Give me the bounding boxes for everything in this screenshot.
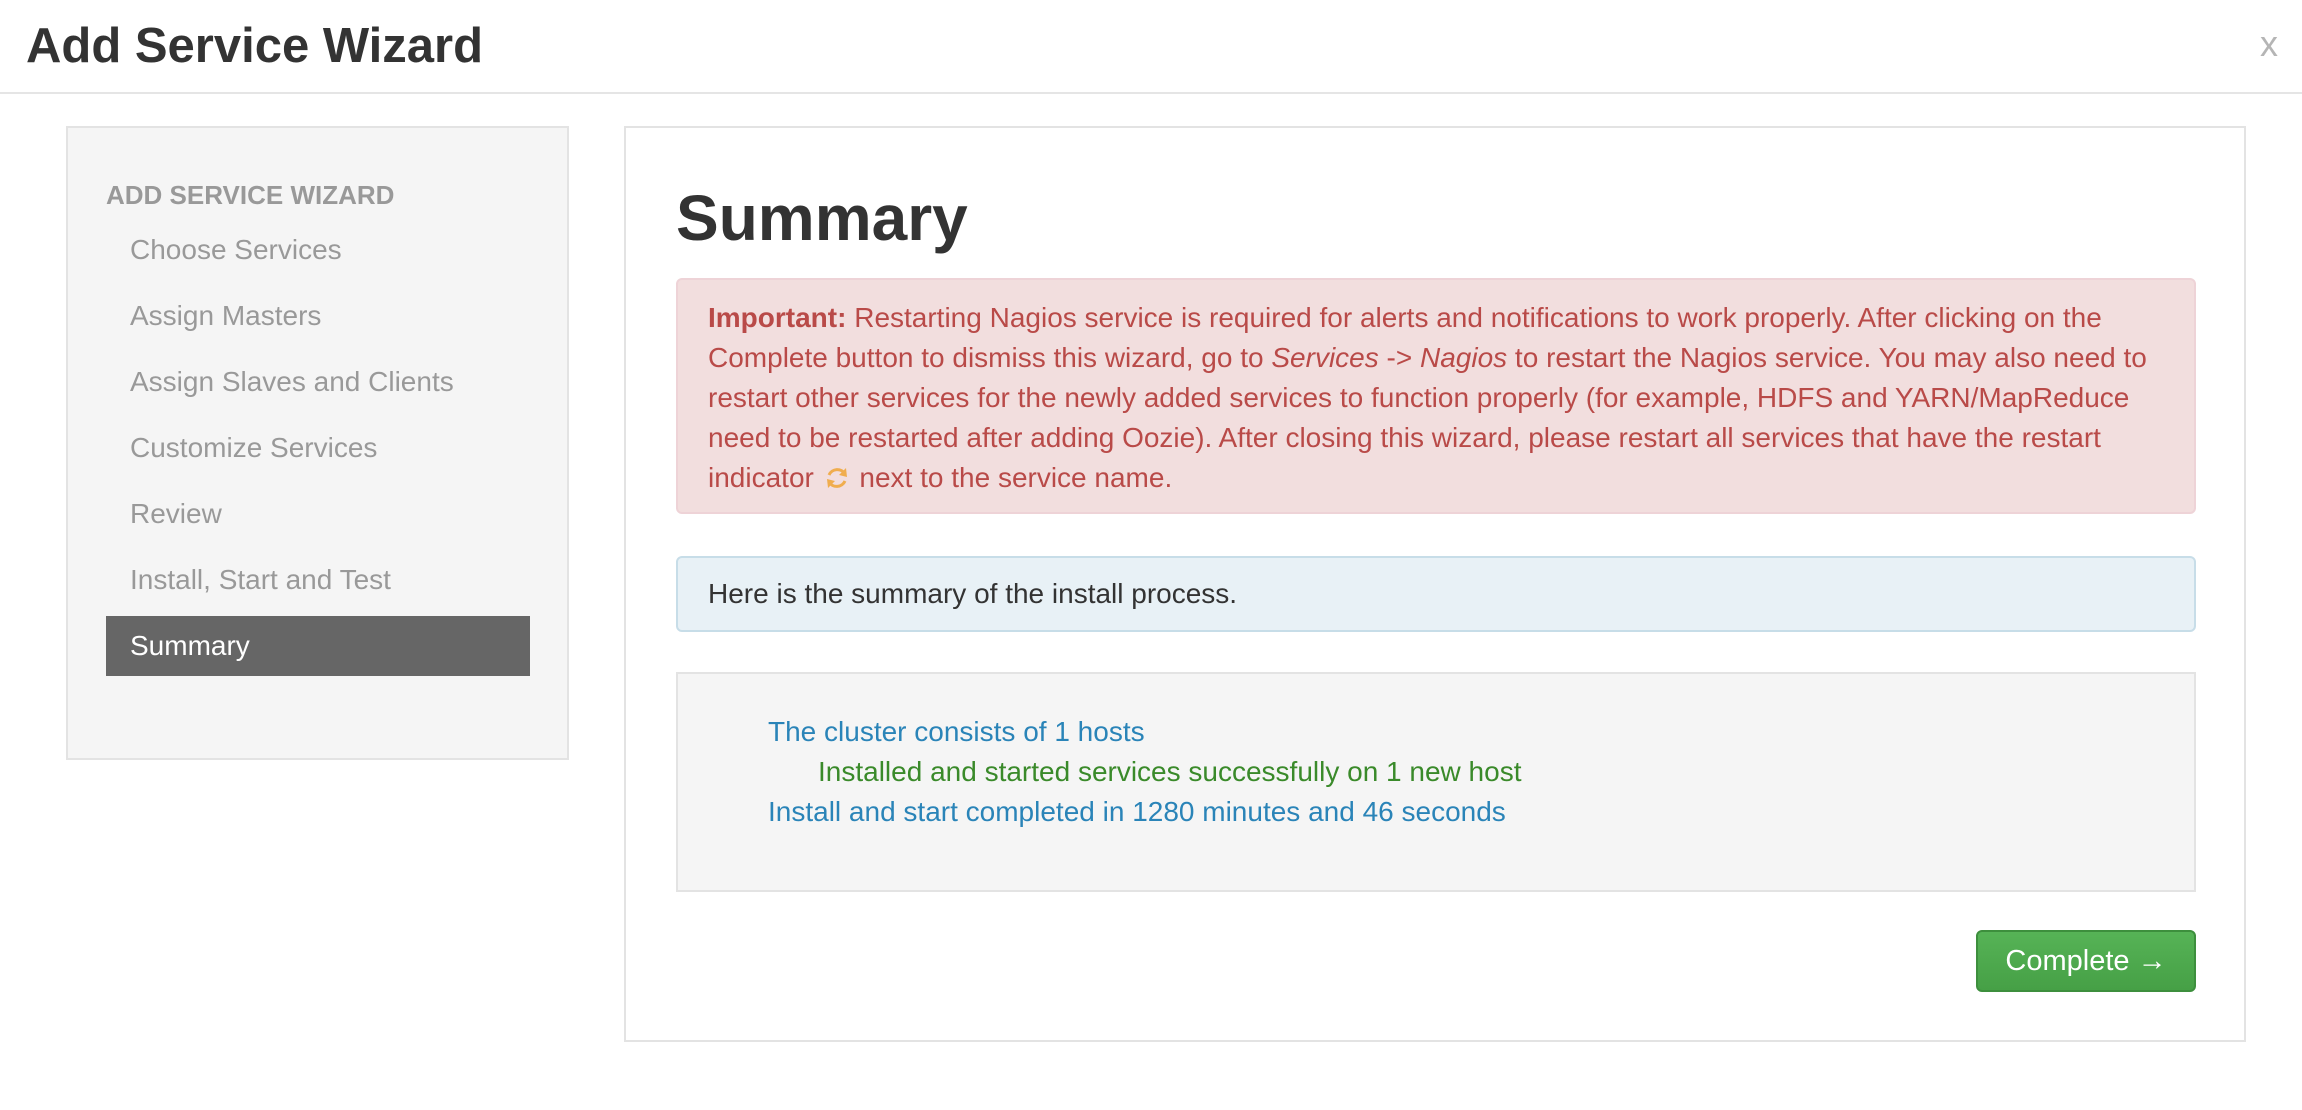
modal-header: Add Service Wizard x: [0, 0, 2302, 94]
alert-prefix: Important:: [708, 302, 847, 333]
page-title: Summary: [676, 182, 968, 254]
installed-status-text: Installed and started services successfu…: [818, 756, 1522, 787]
alert-arrow: ->: [1378, 342, 1420, 373]
sidebar-item-assign-slaves-clients[interactable]: Assign Slaves and Clients: [106, 352, 530, 412]
info-alert: Here is the summary of the install proce…: [676, 556, 2196, 632]
wizard-steps: Choose Services Assign Masters Assign Sl…: [106, 220, 530, 682]
sidebar-item-choose-services[interactable]: Choose Services: [106, 220, 530, 280]
refresh-icon: [824, 462, 850, 488]
services-link[interactable]: Services: [1271, 342, 1378, 373]
close-icon[interactable]: x: [2260, 20, 2278, 68]
sidebar-item-customize-services[interactable]: Customize Services: [106, 418, 530, 478]
alert-text-3: next to the service name.: [851, 462, 1173, 493]
install-summary: The cluster consists of 1 hosts Installe…: [676, 672, 2196, 892]
nagios-link[interactable]: Nagios: [1420, 342, 1507, 373]
cluster-hosts-text: The cluster consists of 1 hosts: [768, 716, 1145, 747]
main-panel: Summary Important: Restarting Nagios ser…: [624, 126, 2246, 1042]
important-alert: Important: Restarting Nagios service is …: [676, 278, 2196, 514]
sidebar-header: ADD SERVICE WIZARD: [106, 180, 395, 210]
sidebar-item-review[interactable]: Review: [106, 484, 530, 544]
sidebar-item-summary[interactable]: Summary: [106, 616, 530, 676]
sidebar-item-install-start-test[interactable]: Install, Start and Test: [106, 550, 530, 610]
install-duration-text: Install and start completed in 1280 minu…: [768, 796, 1506, 827]
complete-button[interactable]: Complete →: [1976, 930, 2196, 992]
sidebar-item-assign-masters[interactable]: Assign Masters: [106, 286, 530, 346]
wizard-sidebar: ADD SERVICE WIZARD Choose Services Assig…: [66, 126, 569, 760]
modal-title: Add Service Wizard: [26, 19, 484, 73]
